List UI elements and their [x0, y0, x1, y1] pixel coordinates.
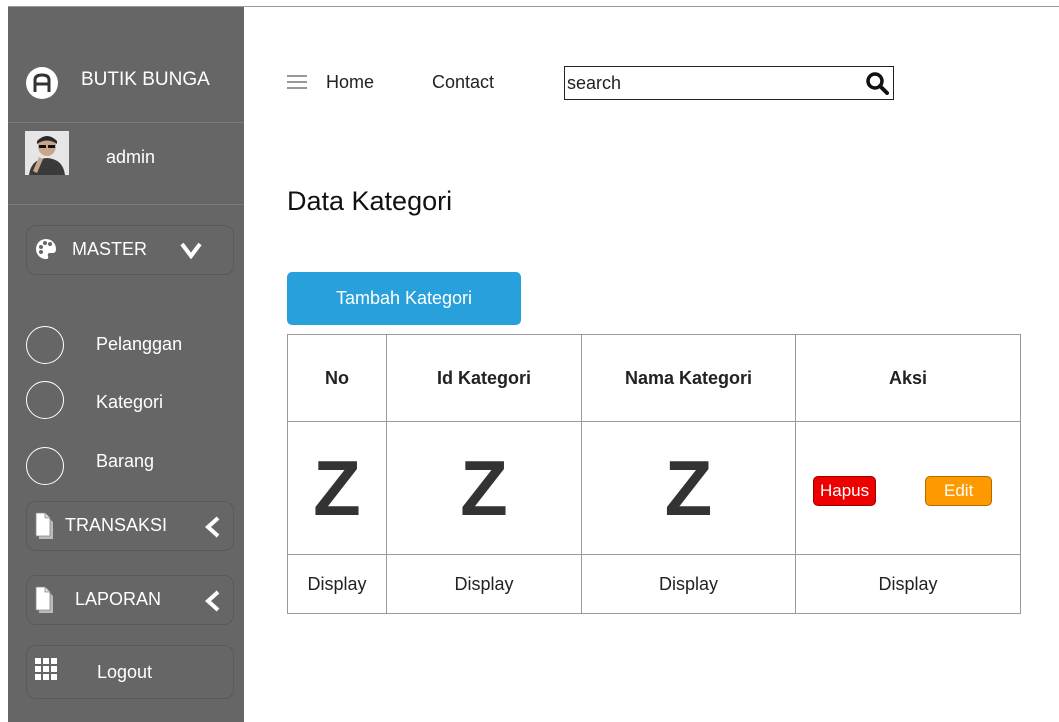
- search-icon[interactable]: [865, 71, 889, 95]
- column-header-id-kategori: Id Kategori: [386, 334, 582, 422]
- document-icon: [35, 586, 53, 613]
- circle-icon: [26, 381, 64, 419]
- chevron-down-icon: [180, 242, 202, 259]
- sidebar-item-barang[interactable]: Barang: [26, 447, 226, 487]
- display-cell: Display: [581, 554, 796, 614]
- sidebar-item-kategori[interactable]: Kategori: [26, 381, 226, 421]
- user-profile[interactable]: admin: [8, 129, 244, 199]
- category-table: No Id Kategori Nama Kategori Aksi Z Z Z …: [287, 334, 1021, 614]
- delete-button[interactable]: Hapus: [813, 476, 877, 506]
- logout-button[interactable]: Logout: [26, 645, 234, 699]
- nav-contact-link[interactable]: Contact: [432, 72, 494, 93]
- display-cell: Display: [287, 554, 387, 614]
- table-header-row: No Id Kategori Nama Kategori Aksi: [287, 334, 1021, 422]
- display-cell: Display: [795, 554, 1021, 614]
- circle-icon: [26, 326, 64, 364]
- divider: [8, 204, 244, 205]
- actions-cell: Hapus Edit: [795, 421, 1021, 555]
- chevron-left-icon: [205, 590, 220, 612]
- search-box: [564, 66, 894, 100]
- divider: [8, 122, 244, 123]
- column-header-nama-kategori: Nama Kategori: [581, 334, 796, 422]
- user-name: admin: [106, 147, 156, 167]
- placeholder-cell: Z: [287, 421, 387, 555]
- column-header-aksi: Aksi: [795, 334, 1021, 422]
- page-title: Data Kategori: [287, 186, 453, 216]
- sidebar: BUTIK BUNGA admin MASTER Pelanggan Kateg…: [8, 7, 244, 722]
- column-header-no: No: [287, 334, 387, 422]
- grid-icon: [35, 658, 57, 680]
- nav-home-link[interactable]: Home: [326, 72, 374, 93]
- menu-master[interactable]: MASTER: [26, 225, 234, 275]
- brand-name: BUTIK BUNGA: [81, 69, 210, 90]
- sidebar-item-label: Kategori: [96, 392, 164, 412]
- logout-label: Logout: [97, 662, 153, 682]
- search-input[interactable]: [567, 71, 847, 95]
- menu-master-label: MASTER: [72, 239, 148, 259]
- chevron-left-icon: [205, 516, 220, 538]
- menu-transaksi[interactable]: TRANSAKSI: [26, 501, 234, 551]
- sidebar-item-label: Pelanggan: [96, 334, 183, 354]
- avatar: [25, 131, 69, 175]
- hamburger-menu-icon[interactable]: [287, 75, 307, 89]
- table-row: Z Z Z Hapus Edit: [287, 421, 1021, 555]
- palette-icon: [36, 239, 56, 259]
- circle-icon: [26, 447, 64, 485]
- sidebar-item-pelanggan[interactable]: Pelanggan: [26, 326, 226, 366]
- menu-laporan-label: LAPORAN: [75, 589, 162, 609]
- brand-logo-icon: [26, 67, 58, 99]
- brand[interactable]: BUTIK BUNGA: [8, 65, 244, 125]
- placeholder-cell: Z: [581, 421, 796, 555]
- placeholder-cell: Z: [386, 421, 582, 555]
- menu-laporan[interactable]: LAPORAN: [26, 575, 234, 625]
- display-cell: Display: [386, 554, 582, 614]
- document-icon: [35, 512, 53, 539]
- sidebar-item-label: Barang: [96, 451, 155, 471]
- add-category-button[interactable]: Tambah Kategori: [287, 272, 521, 325]
- menu-transaksi-label: TRANSAKSI: [65, 515, 168, 535]
- edit-button[interactable]: Edit: [925, 476, 993, 506]
- table-row: Display Display Display Display: [287, 554, 1021, 614]
